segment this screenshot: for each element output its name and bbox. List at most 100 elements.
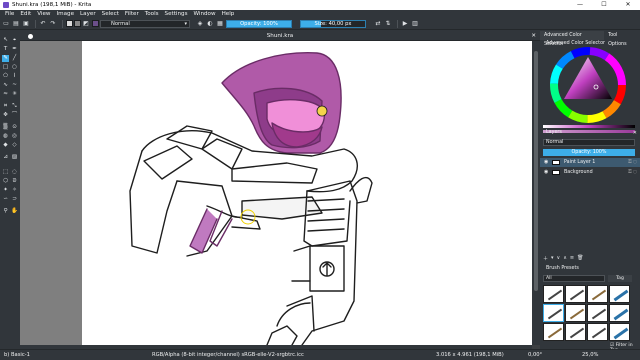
visibility-eye-icon[interactable]: ◉ [544, 158, 548, 167]
workspaces-icon[interactable]: ▥ [411, 20, 419, 28]
swap-colors-icon[interactable]: ◩ [82, 20, 90, 28]
brush-preset-tile[interactable] [565, 323, 586, 341]
move-tool-icon[interactable]: ✥ [2, 112, 9, 119]
brush-preset-tile[interactable] [587, 323, 608, 341]
color-value-bar[interactable] [543, 125, 635, 128]
menu-help[interactable]: Help [222, 11, 235, 17]
brush-preset-tile[interactable] [587, 304, 608, 322]
brush-preset-tile[interactable] [587, 285, 608, 303]
maximize-button[interactable]: ☐ [592, 0, 616, 10]
menu-view[interactable]: View [37, 11, 50, 17]
polyline-tool-icon[interactable]: ⌇ [11, 73, 18, 80]
text-tool-icon[interactable]: T [2, 46, 9, 53]
multibrush-icon[interactable]: ✳ [11, 91, 18, 98]
close-window-button[interactable]: ✕ [616, 0, 640, 10]
gradient-tool-icon[interactable]: ▒ [2, 124, 9, 131]
polygon-tool-icon[interactable]: ⬠ [2, 73, 9, 80]
wrap-around-icon[interactable]: ▶ [401, 20, 409, 28]
ellipse-select-icon[interactable]: ◌ [11, 169, 18, 176]
new-document-icon[interactable]: ▭ [2, 20, 10, 28]
color-picker-icon[interactable]: ⊙ [11, 124, 18, 131]
menu-image[interactable]: Image [57, 11, 75, 17]
visibility-eye-icon[interactable]: ◉ [544, 168, 548, 177]
open-document-icon[interactable]: ▤ [12, 20, 20, 28]
brush-preset-tile[interactable] [543, 285, 564, 303]
status-zoom[interactable]: 25,0% [582, 350, 598, 360]
menu-filter[interactable]: Filter [125, 11, 139, 17]
redo-icon[interactable]: ↷ [49, 20, 57, 28]
enclose-fill-icon[interactable]: ◇ [11, 142, 18, 149]
layer-row-background[interactable]: ◉ Background ⚿ ◌ [540, 168, 640, 177]
close-document-icon[interactable]: ✕ [531, 31, 536, 41]
menu-tools[interactable]: Tools [145, 11, 159, 17]
contiguous-select-icon[interactable]: ✦ [2, 187, 9, 194]
smart-patch-icon[interactable]: ◎ [11, 133, 18, 140]
zoom-tool-icon[interactable]: ⚲ [2, 208, 9, 215]
brush-preset-tile[interactable] [609, 304, 630, 322]
measure-tool-icon[interactable]: ⊿ [2, 154, 9, 161]
bezier-select-icon[interactable]: ∽ [2, 196, 9, 203]
magnetic-select-icon[interactable]: ⊃ [11, 196, 18, 203]
tab-advanced-color-selector[interactable]: Advanced Color Selector [540, 31, 605, 47]
fill-pattern-swatch[interactable] [74, 20, 81, 27]
opacity-slider[interactable]: Opacity: 100% [226, 19, 292, 28]
add-layer-icon[interactable]: ＋ [543, 255, 548, 262]
move-layer-down-icon[interactable]: ∨ [557, 255, 561, 261]
freehand-path-icon[interactable]: ~ [11, 82, 18, 89]
color-wheel[interactable] [544, 47, 632, 123]
polygon-select-icon[interactable]: ⬡ [2, 178, 9, 185]
freehand-select-icon[interactable]: ᘐ [11, 178, 18, 185]
bezier-tool-icon[interactable]: ∿ [2, 82, 9, 89]
calligraphy-icon[interactable]: ✒ [11, 46, 18, 53]
tab-tool-options[interactable]: Tool Options [604, 31, 640, 47]
layer-flags-icon[interactable]: ⚿ ◌ [628, 158, 637, 167]
colorize-mask-icon[interactable]: ◍ [2, 133, 9, 140]
menu-select[interactable]: Select [102, 11, 119, 17]
rectangle-tool-icon[interactable]: □ [2, 64, 9, 71]
select-shapes-icon[interactable]: ↖ [2, 37, 9, 44]
menu-layer[interactable]: Layer [80, 11, 96, 17]
layer-properties-icon[interactable]: ≡ [570, 255, 574, 261]
brush-preset-swatch[interactable] [92, 20, 99, 27]
fill-gradient-swatch[interactable] [66, 20, 73, 27]
drawing-canvas[interactable] [82, 41, 532, 345]
brush-preset-tile[interactable] [565, 285, 586, 303]
layer-lock-icon[interactable]: ⚿ ◌ [628, 168, 637, 177]
minimize-button[interactable]: — [568, 0, 592, 10]
blend-mode-select[interactable]: Normal [100, 19, 190, 28]
ellipse-tool-icon[interactable]: ○ [11, 64, 18, 71]
alpha-lock-icon[interactable]: ▦ [216, 20, 224, 28]
crop-tool-icon[interactable]: ⌗ [2, 103, 9, 110]
freehand-brush-icon[interactable]: ✎ [2, 55, 9, 62]
brush-preset-tile[interactable] [609, 285, 630, 303]
menu-file[interactable]: File [5, 11, 14, 17]
edit-shapes-icon[interactable]: ⌖ [11, 37, 18, 44]
move-layer-up-icon[interactable]: ∧ [563, 255, 567, 261]
eraser-mode-icon[interactable]: ◈ [196, 20, 204, 28]
brush-preset-tile[interactable] [543, 323, 564, 341]
brush-preset-tile[interactable] [609, 323, 630, 341]
menu-window[interactable]: Window [194, 11, 216, 17]
reference-images-icon[interactable]: ▨ [11, 154, 18, 161]
mirror-horizontal-icon[interactable]: ⇄ [374, 20, 382, 28]
brush-preset-tile-selected[interactable] [543, 304, 564, 322]
layer-row-paint-layer-1[interactable]: ◉ Paint Layer 1 ⚿ ◌ [540, 158, 640, 167]
mirror-vertical-icon[interactable]: ⇅ [384, 20, 392, 28]
preset-tag-button[interactable]: Tag [608, 275, 632, 282]
pan-tool-icon[interactable]: ✋ [11, 208, 18, 215]
brush-size-slider[interactable]: Size: 40,00 px [300, 19, 366, 28]
brush-preset-tile[interactable] [565, 304, 586, 322]
vertical-scrollbar[interactable] [532, 41, 540, 345]
vertical-scroll-thumb[interactable] [534, 51, 538, 291]
panel-close-icon[interactable]: ✕ [633, 129, 637, 137]
save-icon[interactable]: ▣ [22, 20, 30, 28]
reload-preset-icon[interactable]: ◐ [206, 20, 214, 28]
menu-edit[interactable]: Edit [20, 11, 31, 17]
duplicate-layer-icon[interactable]: ▾ [551, 255, 554, 261]
layer-blend-select[interactable]: Normal [543, 139, 635, 146]
delete-layer-icon[interactable]: 🗑 [577, 255, 583, 261]
line-tool-icon[interactable]: ╱ [11, 55, 18, 62]
layer-opacity-slider[interactable]: Opacity: 100% [543, 149, 635, 156]
preset-filter-select[interactable]: All [543, 275, 605, 282]
dynamic-brush-icon[interactable]: ≈ [2, 91, 9, 98]
